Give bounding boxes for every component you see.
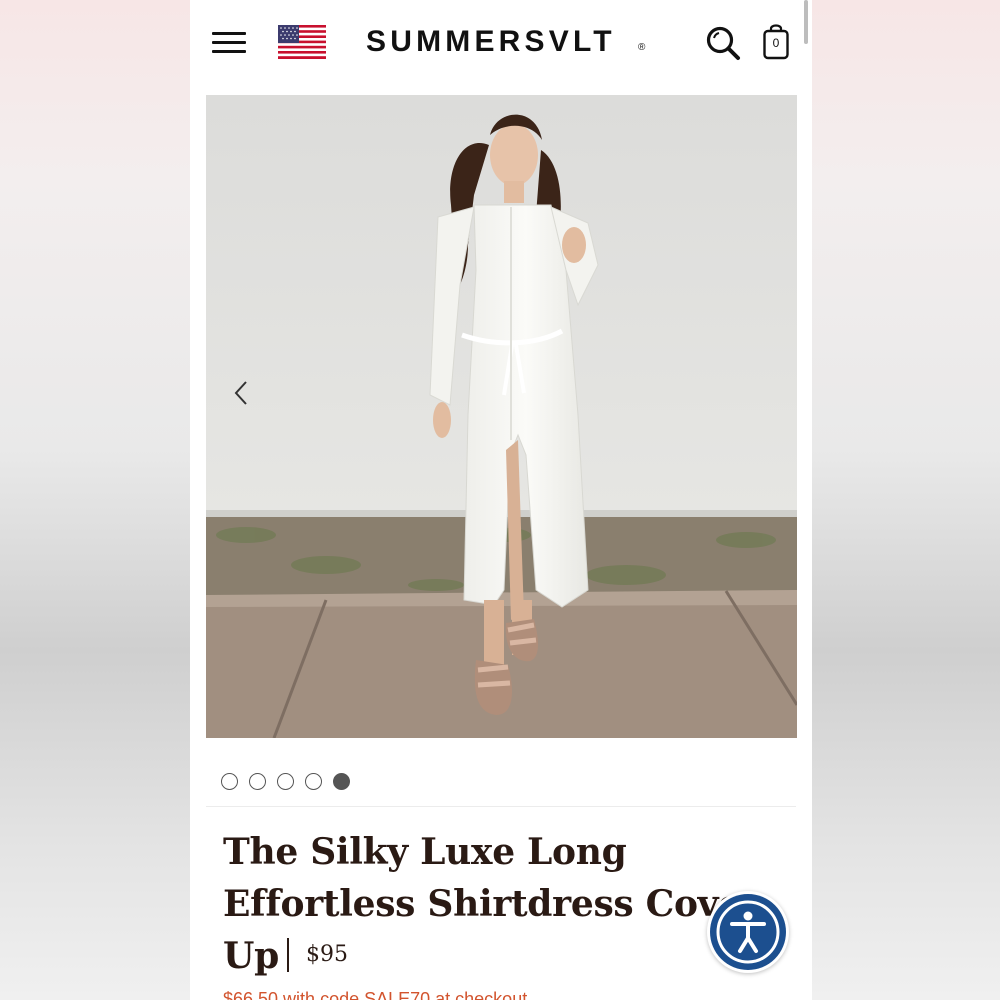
cart-button[interactable]: 0 xyxy=(762,24,790,62)
brand-logo[interactable]: SUMMERSVLT xyxy=(366,22,648,62)
registered-mark: ® xyxy=(638,42,646,53)
us-flag-icon[interactable] xyxy=(278,25,326,59)
accessibility-button[interactable] xyxy=(707,891,789,973)
product-image[interactable] xyxy=(206,95,797,738)
gallery-dot[interactable] xyxy=(249,773,266,790)
accessibility-icon xyxy=(710,894,786,970)
product-price: $95 xyxy=(306,942,348,967)
product-page: SUMMERSVLT ® 0 The Silky Luxe Long Effor… xyxy=(190,0,812,1000)
price-separator xyxy=(287,938,289,972)
product-photo xyxy=(206,95,797,738)
cart-count: 0 xyxy=(772,36,780,50)
sale-price-text: $66.50 with code SALE70 at checkout xyxy=(223,989,528,1000)
chevron-left-icon[interactable] xyxy=(232,379,252,407)
divider xyxy=(206,806,796,807)
site-header: SUMMERSVLT ® 0 xyxy=(190,0,812,88)
gallery-dot[interactable] xyxy=(333,773,350,790)
gallery-pagination xyxy=(221,773,350,791)
gallery-dot[interactable] xyxy=(305,773,322,790)
search-icon[interactable] xyxy=(704,24,742,62)
gallery-dot[interactable] xyxy=(277,773,294,790)
gallery-dot[interactable] xyxy=(221,773,238,790)
menu-icon[interactable] xyxy=(212,32,246,58)
